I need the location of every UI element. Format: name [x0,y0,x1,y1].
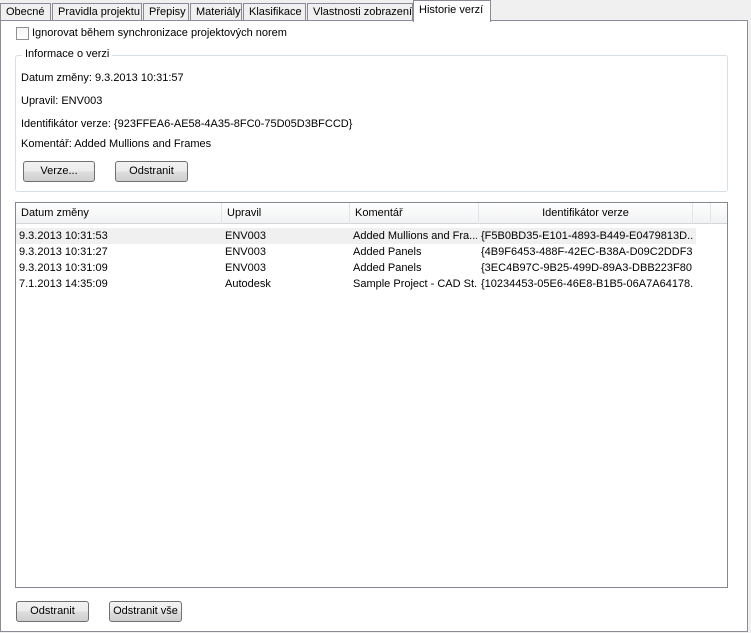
row-comment: Added Panels [353,262,422,274]
version-id-line: Identifikátor verze: {923FFEA6-AE58-4A35… [21,118,353,130]
table-row[interactable]: 9.3.2013 10:31:27 ENV003 Added Panels {4… [16,244,696,260]
row-author: Autodesk [225,278,271,290]
versions-button[interactable]: Verze... [23,161,95,182]
ignore-sync-checkbox-row[interactable]: Ignorovat během synchronizace projektový… [16,26,287,40]
author-line: Upravil: ENV003 [21,95,103,107]
row-comment: Added Mullions and Fra... [353,230,477,242]
row-version-id: {F5B0BD35-E101-4893-B449-E0479813D... [481,230,693,242]
comment-line: Komentář: Added Mullions and Frames [21,138,212,150]
tab-version-history[interactable]: Historie verzí [413,0,491,22]
row-author: ENV003 [225,246,266,258]
ignore-sync-label[interactable]: Ignorovat během synchronizace projektový… [32,27,287,39]
tab-classification[interactable]: Klasifikace [243,3,306,21]
remove-button[interactable]: Odstranit [16,601,89,622]
row-comment: Added Panels [353,246,422,258]
remove-version-button[interactable]: Odstranit [115,161,188,182]
column-header-version-id[interactable]: Identifikátor verze [479,203,693,224]
tab-materials[interactable]: Materiály [190,3,242,21]
column-header-comment[interactable]: Komentář [350,203,479,224]
list-header: Datum změny Upravil Komentář Identifikát… [16,203,727,224]
row-author: ENV003 [225,230,266,242]
version-info-group: Informace o verzi Datum změny: 9.3.2013 … [15,48,728,192]
tab-overrides[interactable]: Přepisy [143,3,189,21]
row-version-id: {4B9F6453-488F-42EC-B38A-D09C2DDF3... [481,246,693,258]
header-divider [710,203,711,224]
tab-project-rules[interactable]: Pravidla projektu [52,3,142,21]
remove-all-button[interactable]: Odstranit vše [109,601,182,622]
row-version-id: {3EC4B97C-9B25-499D-89A3-DBB223F80... [481,262,693,274]
table-row[interactable]: 9.3.2013 10:31:53 ENV003 Added Mullions … [16,228,696,244]
tab-general[interactable]: Obecné [0,3,51,21]
table-row[interactable]: 7.1.2013 14:35:09 Autodesk Sample Projec… [16,276,696,292]
column-header-date[interactable]: Datum změny [16,203,222,224]
change-date-line: Datum změny: 9.3.2013 10:31:57 [21,72,184,84]
column-header-author[interactable]: Upravil [222,203,350,224]
row-version-id: {10234453-05E6-46E8-B1B5-06A7A64178... [481,278,693,290]
table-row[interactable]: 9.3.2013 10:31:09 ENV003 Added Panels {3… [16,260,696,276]
tab-bar: Obecné Pravidla projektu Přepisy Materiá… [0,0,751,22]
version-info-title: Informace o verzi [22,48,113,60]
row-author: ENV003 [225,262,266,274]
version-history-list[interactable]: Datum změny Upravil Komentář Identifikát… [15,202,728,588]
row-date: 9.3.2013 10:31:53 [19,230,108,242]
row-comment: Sample Project - CAD St... [353,278,477,290]
row-date: 7.1.2013 14:35:09 [19,278,108,290]
ignore-sync-checkbox[interactable] [16,26,29,40]
tab-display-properties[interactable]: Vlastnosti zobrazení [307,3,413,21]
row-date: 9.3.2013 10:31:27 [19,246,108,258]
row-date: 9.3.2013 10:31:09 [19,262,108,274]
